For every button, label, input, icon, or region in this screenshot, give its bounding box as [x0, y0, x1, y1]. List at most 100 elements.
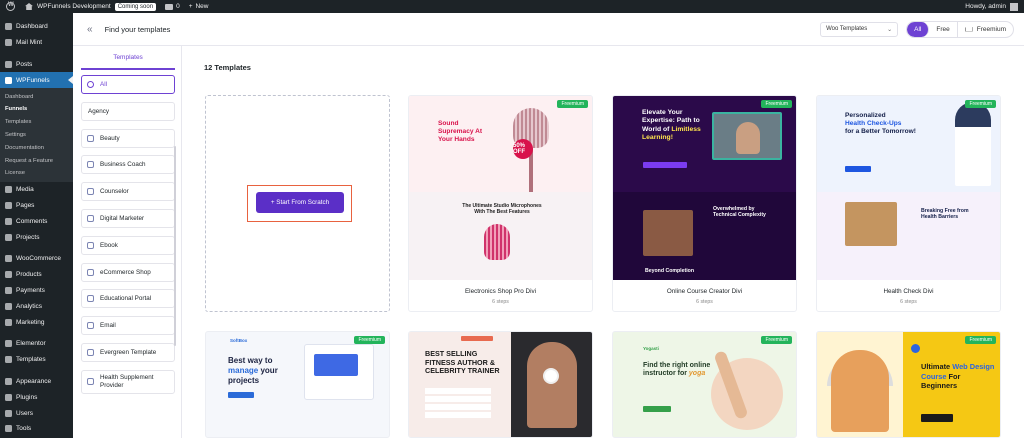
submenu-license[interactable]: License	[0, 167, 73, 180]
megaphone-icon	[5, 318, 12, 326]
submenu-settings[interactable]: Settings	[0, 129, 73, 142]
menu-elementor[interactable]: Elementor	[0, 336, 73, 352]
microphone-image	[484, 224, 510, 260]
menu-mail-mint[interactable]: Mail Mint	[0, 35, 73, 51]
menu-posts[interactable]: Posts	[0, 57, 73, 73]
beauty-icon	[87, 134, 94, 142]
wordpress-logo-icon[interactable]	[6, 2, 15, 11]
submenu-templates[interactable]: Templates	[0, 116, 73, 129]
filter-free[interactable]: Free	[929, 21, 958, 37]
category-evergreen-template[interactable]: Evergreen Template	[81, 342, 175, 362]
student-headphones-image	[831, 350, 889, 432]
template-card-health-check[interactable]: Personalized Health Check-Ups for a Better…	[816, 95, 1001, 312]
graduation-icon	[87, 295, 94, 303]
start-from-scratch-card[interactable]: + Start From Scratch	[205, 95, 390, 312]
panel-header: « Find your templates Woo Templates ⌄ All…	[73, 13, 1024, 46]
menu-products[interactable]: Products	[0, 267, 73, 283]
category-educational-portal[interactable]: Educational Portal	[81, 289, 175, 309]
menu-appearance[interactable]: Appearance	[0, 374, 73, 390]
templates-count: 12 Templates	[204, 63, 251, 72]
mail-icon	[5, 39, 12, 47]
filter-all[interactable]: All	[907, 21, 930, 37]
category-health-supplement[interactable]: Health Supplement Provider	[81, 369, 175, 394]
type-filter: All Free Freemium	[906, 20, 1014, 38]
chart-icon	[5, 302, 12, 310]
folder-icon	[5, 356, 12, 364]
template-library-panel: « Find your templates Woo Templates ⌄ All…	[73, 13, 1024, 438]
template-thumbnail: Elevate Your Expertise: Path to World of L…	[613, 96, 796, 280]
template-steps: 6 steps	[492, 299, 509, 305]
menu-tools[interactable]: Tools	[0, 421, 73, 437]
builder-select[interactable]: Woo Templates ⌄	[820, 21, 899, 37]
box-icon	[5, 271, 12, 279]
pin-icon	[5, 233, 12, 241]
video-call-image	[712, 112, 782, 160]
menu-payments[interactable]: Payments	[0, 283, 73, 299]
menu-analytics[interactable]: Analytics	[0, 298, 73, 314]
site-name-link[interactable]: WPFunnels Development Coming soon	[25, 2, 157, 11]
menu-pages[interactable]: Pages	[0, 198, 73, 214]
trainer-image	[527, 342, 577, 428]
menu-media[interactable]: Media	[0, 182, 73, 198]
template-steps: 6 steps	[696, 299, 713, 305]
submenu-dashboard[interactable]: Dashboard	[0, 90, 73, 103]
envelope-icon	[87, 322, 94, 330]
category-email[interactable]: Email	[81, 316, 175, 336]
plus-icon: +	[188, 3, 193, 10]
template-card-online-course[interactable]: Elevate Your Expertise: Path to World of L…	[612, 95, 797, 312]
admin-bar: WPFunnels DevelopmentComing soon 0 +New …	[0, 0, 1024, 13]
templates-grid: 12 Templates + Start From Scratch Sound S…	[204, 46, 1024, 438]
new-content-link[interactable]: + New	[189, 3, 209, 10]
freemium-badge: Freemium	[557, 100, 588, 108]
category-all[interactable]: All	[81, 75, 175, 94]
category-ecommerce-shop[interactable]: eCommerce Shop	[81, 262, 175, 282]
supplement-icon	[87, 378, 94, 386]
user-account-menu[interactable]: Howdy, admin	[965, 2, 1018, 11]
menu-wpfunnels[interactable]: WPFunnels	[0, 72, 73, 89]
category-scrollbar[interactable]	[174, 146, 176, 346]
template-card-electronics[interactable]: Sound Supremacy At Your Hands 50% OFF The …	[408, 95, 593, 312]
menu-templates[interactable]: Templates	[0, 352, 73, 368]
highlight-box: + Start From Scratch	[247, 185, 352, 222]
template-name: Health Check Divi	[883, 288, 934, 295]
template-name: Online Course Creator Divi	[666, 288, 743, 295]
template-card-yoga[interactable]: Yogasti Find the right online instructor…	[612, 331, 797, 438]
template-card-fitness[interactable]: BEST SELLING FITNESS AUTHOR & CELEBRITY …	[408, 331, 593, 438]
template-card-saas[interactable]: SoftBox Best way to manage your projects …	[205, 331, 390, 438]
template-card-web-design[interactable]: Ultimate Web Design Course For Beginners…	[816, 331, 1001, 438]
submenu-request-feature[interactable]: Request a Feature	[0, 154, 73, 167]
submenu-documentation[interactable]: Documentation	[0, 141, 73, 154]
doctor-image	[955, 102, 991, 186]
template-thumbnail: Sound Supremacy At Your Hands 50% OFF The …	[409, 96, 592, 280]
page-icon	[5, 201, 12, 209]
category-tab-templates[interactable]: Templates	[81, 46, 175, 70]
menu-users[interactable]: Users	[0, 405, 73, 421]
category-ebook[interactable]: Ebook	[81, 235, 175, 255]
counselor-icon	[87, 188, 94, 196]
template-name: Electronics Shop Pro Divi	[464, 288, 537, 295]
comment-bubble-icon	[165, 3, 174, 10]
freemium-badge: Freemium	[761, 336, 792, 344]
avatar	[1010, 2, 1018, 11]
menu-plugins[interactable]: Plugins	[0, 389, 73, 405]
crown-icon	[964, 26, 973, 32]
elementor-icon	[5, 340, 12, 348]
category-counselor[interactable]: Counselor	[81, 182, 175, 202]
menu-dashboard[interactable]: Dashboard	[0, 19, 73, 35]
plus-circle-icon	[911, 344, 920, 353]
cart-icon	[87, 268, 94, 276]
menu-projects[interactable]: Projects	[0, 229, 73, 245]
category-digital-marketer[interactable]: Digital Marketer	[81, 208, 175, 228]
collapse-chevrons-icon[interactable]: «	[87, 24, 93, 35]
filter-freemium[interactable]: Freemium	[958, 22, 1013, 37]
start-from-scratch-button[interactable]: + Start From Scratch	[256, 192, 344, 213]
menu-marketing[interactable]: Marketing	[0, 314, 73, 330]
category-business-coach[interactable]: Business Coach	[81, 155, 175, 175]
comment-icon	[5, 217, 12, 225]
menu-woocommerce[interactable]: WooCommerce	[0, 251, 73, 267]
comments-link[interactable]: 0	[165, 3, 180, 10]
category-beauty[interactable]: Beauty	[81, 128, 175, 148]
submenu-funnels[interactable]: Funnels	[0, 103, 73, 116]
menu-comments[interactable]: Comments	[0, 213, 73, 229]
category-agency[interactable]: Agency	[81, 101, 175, 121]
